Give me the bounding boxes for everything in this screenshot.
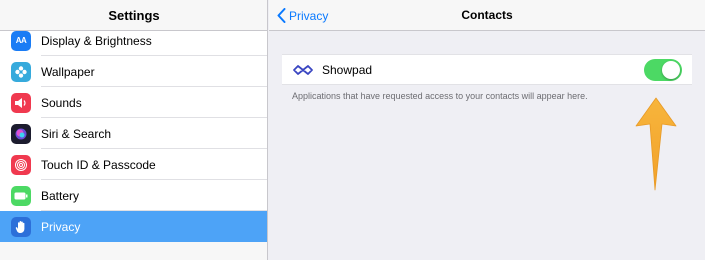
sidebar-item-label: Battery <box>41 188 80 203</box>
footer-note: Applications that have requested access … <box>292 91 588 101</box>
sidebar-item-siri-search[interactable]: Siri & Search <box>0 118 267 149</box>
page-title: Contacts <box>461 8 513 22</box>
sidebar-item-label: Display & Brightness <box>41 33 152 48</box>
display-brightness-icon: AA <box>11 30 31 51</box>
sidebar-item-sounds[interactable]: Sounds <box>0 87 267 118</box>
annotation-arrow-icon <box>635 97 677 191</box>
hand-icon <box>11 216 31 237</box>
settings-sidebar: AA Display & Brightness Wallpaper Sounds… <box>0 0 268 260</box>
contacts-access-toggle[interactable] <box>644 59 682 81</box>
battery-icon <box>11 185 31 206</box>
sidebar-item-battery[interactable]: Battery <box>0 180 267 211</box>
back-button-label: Privacy <box>289 8 329 23</box>
sidebar-item-label: Touch ID & Passcode <box>41 157 156 172</box>
sidebar-item-label: Wallpaper <box>41 64 95 79</box>
app-name: Showpad <box>322 62 373 77</box>
sidebar-item-label: Sounds <box>41 95 82 110</box>
sidebar-item-privacy[interactable]: Privacy <box>0 211 267 242</box>
sidebar-item-wallpaper[interactable]: Wallpaper <box>0 56 267 87</box>
showpad-icon <box>293 64 313 75</box>
sounds-icon <box>11 92 31 113</box>
sidebar-item-touch-id-passcode[interactable]: Touch ID & Passcode <box>0 149 267 180</box>
sidebar-item-label: Siri & Search <box>41 126 112 141</box>
siri-icon <box>11 123 31 144</box>
app-permission-row: Showpad <box>282 54 692 85</box>
fingerprint-icon <box>11 154 31 175</box>
chevron-left-icon <box>277 8 286 23</box>
sidebar-item-label: Privacy <box>41 219 81 234</box>
detail-nav-bar: Privacy Contacts <box>269 0 705 31</box>
wallpaper-icon <box>11 61 31 82</box>
settings-list: AA Display & Brightness Wallpaper Sounds… <box>0 25 267 242</box>
toggle-knob <box>662 61 680 79</box>
sidebar-title: Settings <box>0 0 267 31</box>
back-button[interactable]: Privacy <box>277 0 328 31</box>
